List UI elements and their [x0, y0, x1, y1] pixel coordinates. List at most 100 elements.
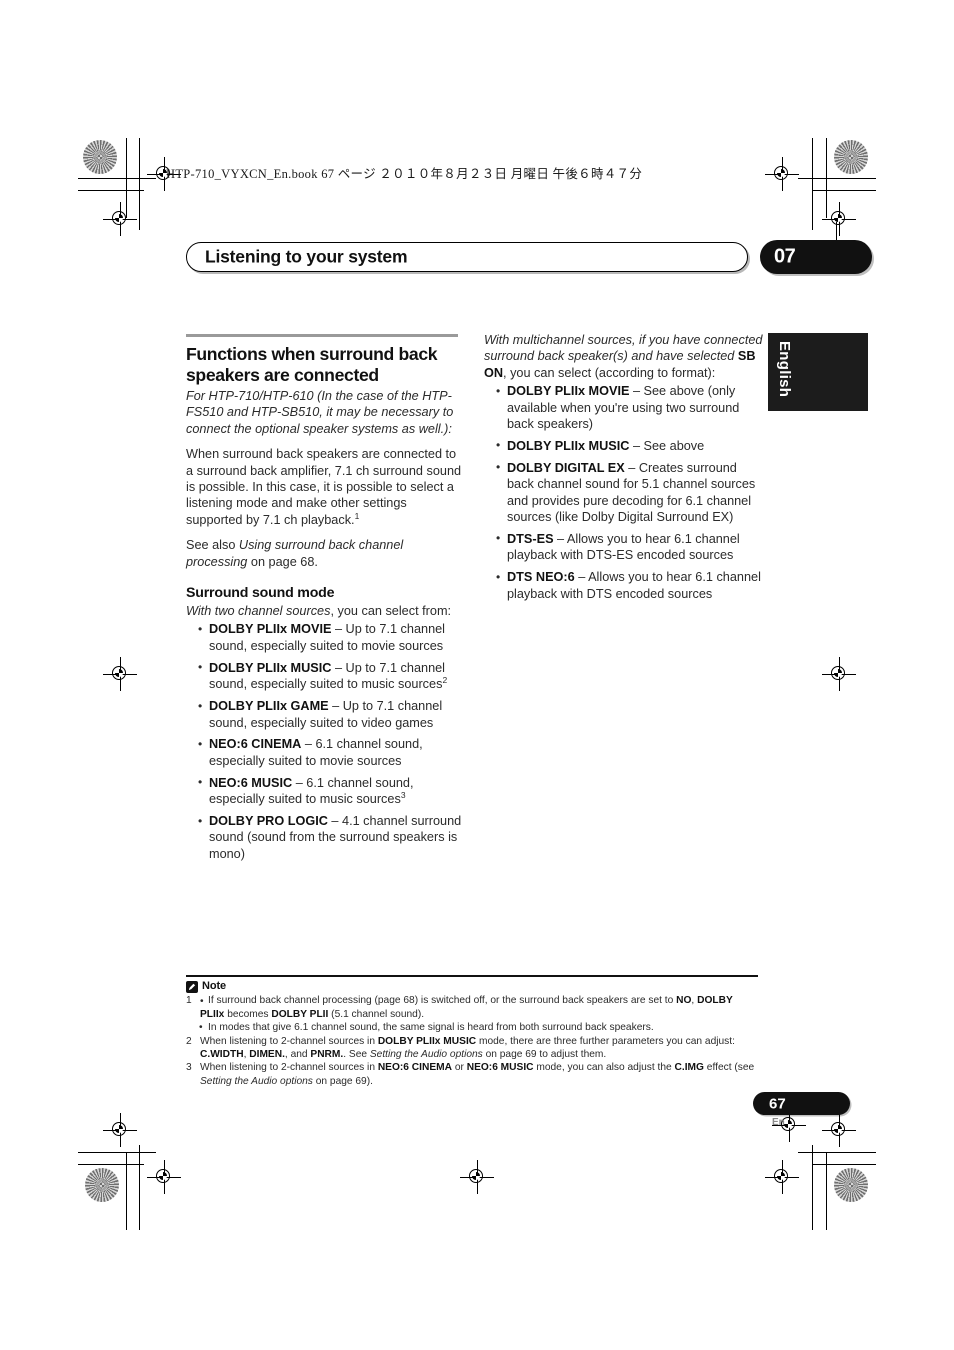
note-3: 3 When listening to 2-channel sources in… [186, 1061, 758, 1088]
paragraph-1: When surround back speakers are connecte… [186, 446, 466, 528]
halftone-registration-dot-top-left [83, 140, 117, 174]
note-2-part2: mode, there are three further parameters… [476, 1035, 735, 1047]
note-2-part6: on page 69 to adjust them. [482, 1049, 607, 1061]
multichannel-lead-italic: With multichannel sources, if you have c… [484, 333, 763, 364]
list-item: NEO:6 MUSIC – 6.1 channel sound, especia… [186, 774, 466, 808]
print-file-header: HTP-710_VYXCN_En.book 67 ページ ２０１０年８月２３日 … [166, 167, 643, 181]
mode-term: DOLBY PLIIx MUSIC [209, 660, 332, 675]
page-language-label: En [772, 1117, 785, 1128]
note-1-part4: (5.1 channel sound). [328, 1008, 425, 1020]
right-column: With multichannel sources, if you have c… [484, 332, 764, 608]
section-intro-italic: For HTP-710/HTP-610 (In the case of the … [186, 389, 454, 436]
crop-mark-line [78, 190, 144, 192]
two-channel-lead: With two channel sources, you can select… [186, 603, 466, 619]
registration-mark-bottom-left [147, 1160, 181, 1194]
note-1-number: 1 [186, 995, 192, 1007]
note-pencil-icon [186, 980, 198, 993]
two-channel-lead-rest: , you can select from: [330, 604, 452, 619]
language-tab-label: English [776, 341, 793, 398]
page-number-label: 67 [769, 1095, 786, 1112]
list-item: DTS NEO:6 – Allows you to hear 6.1 chann… [484, 569, 764, 602]
chapter-title-bar: Listening to your system [186, 242, 748, 272]
mode-term: DOLBY PLIIx GAME [209, 699, 329, 714]
halftone-registration-dot-bottom-left [85, 1168, 119, 1202]
mode-term: DOLBY PLIIx MOVIE [209, 622, 332, 637]
subsection-title: Surround sound mode [186, 585, 335, 602]
crop-mark-line [812, 138, 814, 230]
registration-mark-bottom-right-outer [822, 1113, 856, 1147]
note-3-bold2: NEO:6 MUSIC [466, 1062, 534, 1074]
list-item: DOLBY PLIIx MOVIE – See above (only avai… [484, 383, 764, 432]
crop-mark-line [78, 1152, 156, 1154]
mode-term: NEO:6 CINEMA [209, 737, 302, 752]
notes-section: Note 1 If surround back channel processi… [186, 975, 758, 1088]
crop-mark-line [826, 1152, 828, 1230]
note-3-bold1: NEO:6 CINEMA [377, 1062, 452, 1074]
note-1: 1 If surround back channel processing (p… [186, 994, 758, 1021]
multichannel-mode-list: DOLBY PLIIx MOVIE – See above (only avai… [484, 383, 764, 602]
list-item: DOLBY PLIIx MOVIE – Up to 7.1 channel so… [186, 621, 466, 654]
registration-mark-bottom-center [460, 1160, 494, 1194]
note-1-text: If surround back channel processing (pag… [200, 995, 733, 1019]
note-2: 2 When listening to 2-channel sources in… [186, 1035, 758, 1062]
note-3-text: When listening to 2-channel sources in N… [200, 1062, 754, 1086]
mode-term: DTS NEO:6 [507, 570, 575, 585]
chapter-number-badge: 07 [760, 240, 872, 274]
registration-mark-middle-left [103, 657, 137, 691]
list-item: DOLBY PLIIx MUSIC – See above [484, 437, 764, 454]
note-2-bold3: DIMEN. [249, 1049, 285, 1061]
list-item: DOLBY PRO LOGIC – 4.1 channel surround s… [186, 813, 466, 862]
note-2-bold2: C.WIDTH [200, 1049, 244, 1061]
note-2-bold1: DOLBY PLIIx MUSIC [377, 1035, 477, 1047]
note-1-part1: If surround back channel processing (pag… [208, 995, 677, 1007]
multichannel-lead-rest: , you can select (according to format): [503, 365, 716, 380]
list-item: NEO:6 CINEMA – 6.1 channel sound, especi… [186, 736, 466, 769]
note-3-part1: When listening to 2-channel sources in [200, 1062, 378, 1074]
mode-term: DOLBY DIGITAL EX [507, 460, 625, 475]
note-2-bold4: PNRM. [310, 1049, 344, 1061]
mode-term: DOLBY PRO LOGIC [209, 814, 328, 829]
left-column: Functions when surround back speakers ar… [186, 334, 466, 868]
note-2-part5: . See [343, 1049, 370, 1061]
registration-mark-top-right-outer [822, 202, 856, 236]
note-2-part1: When listening to 2-channel sources in [200, 1035, 378, 1047]
note-2-part4: , and [284, 1049, 311, 1061]
crop-mark-line [826, 138, 828, 218]
crop-mark-line [812, 190, 876, 192]
list-item: DTS-ES – Allows you to hear 6.1 channel … [484, 530, 764, 564]
note-3-part3: mode, you can also adjust the [533, 1062, 675, 1074]
see-also-prefix: See also [186, 538, 239, 553]
note-1-subitem: In modes that give 6.1 channel sound, th… [186, 1021, 758, 1035]
language-tab: English [768, 333, 868, 411]
footnote-ref: 2 [442, 674, 448, 685]
crop-mark-line [78, 178, 156, 180]
registration-mark-bottom-left-outer [103, 1113, 137, 1147]
crop-mark-line [798, 1152, 876, 1154]
mode-term: NEO:6 MUSIC [209, 775, 293, 790]
note-3-part2: or [451, 1062, 467, 1074]
note-2-number: 2 [186, 1035, 192, 1047]
note-3-number: 3 [186, 1062, 192, 1074]
note-3-bold3: C.IMG [674, 1062, 704, 1074]
list-item: DOLBY PLIIx MUSIC – Up to 7.1 channel so… [186, 659, 466, 693]
registration-mark-top-left-outer [103, 202, 137, 236]
note-1-bold1: NO [676, 995, 692, 1007]
note-2-italic1: Setting the Audio options [369, 1049, 483, 1061]
notes-heading: Note [186, 980, 758, 993]
section-title: Functions when surround back speakers ar… [186, 344, 438, 385]
halftone-registration-dot-bottom-right [834, 1168, 868, 1202]
registration-mark-top-right [765, 157, 799, 191]
chapter-number-label: 07 [774, 245, 796, 268]
footnote-ref: 3 [400, 789, 406, 800]
note-3-part4: effect (see [703, 1062, 755, 1074]
halftone-registration-dot-top-right [834, 140, 868, 174]
list-item: DOLBY DIGITAL EX – Creates surround back… [484, 459, 764, 526]
see-also-paragraph: See also Using surround back channel pro… [186, 537, 466, 570]
page-number-badge: 67 [753, 1092, 850, 1115]
note-3-part5: on page 69). [312, 1075, 373, 1087]
mode-term: DTS-ES [507, 531, 554, 546]
note-3-italic1: Setting the Audio options [200, 1075, 313, 1087]
paragraph-1-text: When surround back speakers are connecte… [186, 447, 462, 527]
list-item: DOLBY PLIIx GAME – Up to 7.1 channel sou… [186, 698, 466, 731]
registration-mark-middle-right [822, 657, 856, 691]
